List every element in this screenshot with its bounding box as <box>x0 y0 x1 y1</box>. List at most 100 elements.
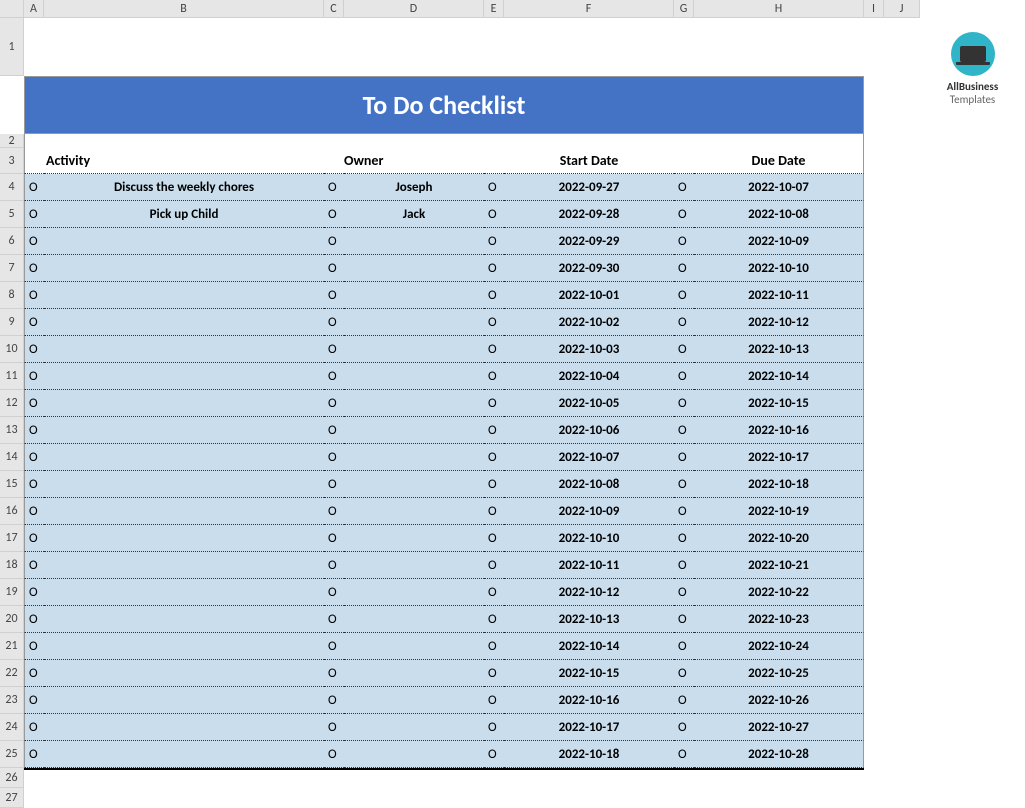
due-marker[interactable]: O <box>674 660 694 687</box>
activity-cell[interactable] <box>44 525 324 552</box>
activity-cell[interactable] <box>44 417 324 444</box>
activity-marker[interactable]: O <box>24 228 44 255</box>
activity-cell[interactable] <box>44 444 324 471</box>
title-banner[interactable]: To Do Checklist <box>24 76 864 134</box>
owner-cell[interactable] <box>344 363 484 390</box>
cell-I4[interactable] <box>864 174 884 201</box>
activity-marker[interactable]: O <box>24 552 44 579</box>
due-marker[interactable]: O <box>674 471 694 498</box>
owner-cell[interactable] <box>344 579 484 606</box>
activity-cell[interactable] <box>44 714 324 741</box>
cell-I25[interactable] <box>864 741 884 768</box>
col-header-A[interactable]: A <box>24 0 44 18</box>
start-date-cell[interactable]: 2022-10-07 <box>504 444 674 471</box>
activity-cell[interactable] <box>44 309 324 336</box>
cell-J13[interactable] <box>884 417 920 444</box>
cell-J23[interactable] <box>884 687 920 714</box>
row-header-25[interactable]: 25 <box>0 741 24 768</box>
due-marker[interactable]: O <box>674 201 694 228</box>
row-header-3[interactable]: 3 <box>0 148 24 174</box>
cell-J5[interactable] <box>884 201 920 228</box>
start-marker[interactable]: O <box>484 552 504 579</box>
activity-marker[interactable]: O <box>24 309 44 336</box>
owner-cell[interactable]: Joseph <box>344 174 484 201</box>
start-marker[interactable]: O <box>484 741 504 768</box>
row-header-20[interactable]: 20 <box>0 606 24 633</box>
due-date-cell[interactable]: 2022-10-15 <box>694 390 864 417</box>
row-header-17[interactable]: 17 <box>0 525 24 552</box>
blank-row-27[interactable] <box>24 788 920 808</box>
due-marker[interactable]: O <box>674 282 694 309</box>
owner-marker[interactable]: O <box>324 390 344 417</box>
owner-marker[interactable]: O <box>324 687 344 714</box>
owner-marker[interactable]: O <box>324 309 344 336</box>
cell-I16[interactable] <box>864 498 884 525</box>
col-header-F[interactable]: F <box>504 0 674 18</box>
cell-I7[interactable] <box>864 255 884 282</box>
row-header-7[interactable]: 7 <box>0 255 24 282</box>
owner-cell[interactable] <box>344 606 484 633</box>
cell-J7[interactable] <box>884 255 920 282</box>
row-header-11[interactable]: 11 <box>0 363 24 390</box>
activity-marker[interactable]: O <box>24 633 44 660</box>
start-marker[interactable]: O <box>484 390 504 417</box>
start-date-cell[interactable]: 2022-10-13 <box>504 606 674 633</box>
owner-marker[interactable]: O <box>324 660 344 687</box>
start-marker[interactable]: O <box>484 336 504 363</box>
row-header-24[interactable]: 24 <box>0 714 24 741</box>
start-marker[interactable]: O <box>484 255 504 282</box>
activity-marker[interactable]: O <box>24 390 44 417</box>
row-header-19[interactable]: 19 <box>0 579 24 606</box>
activity-marker[interactable]: O <box>24 336 44 363</box>
start-date-cell[interactable]: 2022-10-03 <box>504 336 674 363</box>
start-date-cell[interactable]: 2022-10-09 <box>504 498 674 525</box>
activity-marker[interactable]: O <box>24 471 44 498</box>
activity-cell[interactable] <box>44 498 324 525</box>
start-marker[interactable]: O <box>484 201 504 228</box>
row-header-2[interactable]: 2 <box>0 134 24 148</box>
cell-I21[interactable] <box>864 633 884 660</box>
owner-marker[interactable]: O <box>324 714 344 741</box>
owner-cell[interactable] <box>344 255 484 282</box>
cell-J2[interactable] <box>884 134 920 148</box>
row-header-6[interactable]: 6 <box>0 228 24 255</box>
start-date-cell[interactable]: 2022-09-28 <box>504 201 674 228</box>
header-activity[interactable]: Activity <box>44 148 324 174</box>
start-marker[interactable]: O <box>484 417 504 444</box>
due-marker[interactable]: O <box>674 552 694 579</box>
cell-J12[interactable] <box>884 390 920 417</box>
due-date-cell[interactable]: 2022-10-11 <box>694 282 864 309</box>
cell-I15[interactable] <box>864 471 884 498</box>
col-header-C[interactable]: C <box>324 0 344 18</box>
cell-J15[interactable] <box>884 471 920 498</box>
start-marker[interactable]: O <box>484 660 504 687</box>
owner-marker[interactable]: O <box>324 255 344 282</box>
activity-marker[interactable]: O <box>24 606 44 633</box>
due-date-cell[interactable]: 2022-10-27 <box>694 714 864 741</box>
start-date-cell[interactable]: 2022-10-08 <box>504 471 674 498</box>
due-date-cell[interactable]: 2022-10-21 <box>694 552 864 579</box>
cell-J10[interactable] <box>884 336 920 363</box>
start-date-cell[interactable]: 2022-10-14 <box>504 633 674 660</box>
owner-marker[interactable]: O <box>324 336 344 363</box>
col-header-G[interactable]: G <box>674 0 694 18</box>
owner-cell[interactable] <box>344 309 484 336</box>
due-marker[interactable]: O <box>674 336 694 363</box>
cell-J21[interactable] <box>884 633 920 660</box>
cell-J4[interactable] <box>884 174 920 201</box>
start-date-cell[interactable]: 2022-10-16 <box>504 687 674 714</box>
activity-marker[interactable]: O <box>24 417 44 444</box>
owner-marker[interactable]: O <box>324 201 344 228</box>
cell-J3[interactable] <box>884 148 920 174</box>
owner-cell[interactable]: Jack <box>344 201 484 228</box>
due-date-cell[interactable]: 2022-10-09 <box>694 228 864 255</box>
start-marker[interactable]: O <box>484 606 504 633</box>
due-marker[interactable]: O <box>674 579 694 606</box>
row-header-10[interactable]: 10 <box>0 336 24 363</box>
due-marker[interactable]: O <box>674 444 694 471</box>
header-owner[interactable]: Owner <box>344 148 484 174</box>
owner-marker[interactable]: O <box>324 741 344 768</box>
owner-marker[interactable]: O <box>324 363 344 390</box>
owner-marker[interactable]: O <box>324 417 344 444</box>
activity-cell[interactable]: Pick up Child <box>44 201 324 228</box>
